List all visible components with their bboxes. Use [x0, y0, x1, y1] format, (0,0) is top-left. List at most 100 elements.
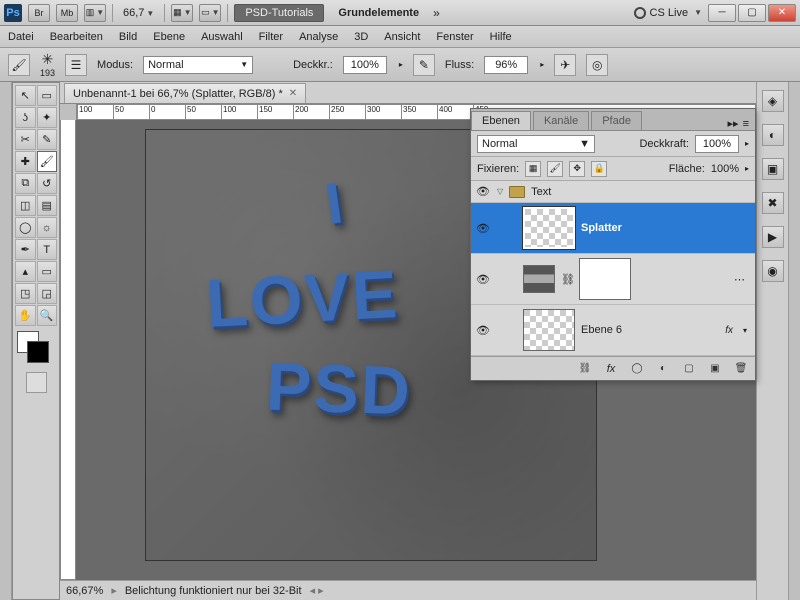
stamp-tool[interactable]: ⧉	[15, 173, 36, 194]
fill-input[interactable]: 100%	[711, 163, 739, 175]
lock-all-icon[interactable]: 🔒	[591, 161, 607, 177]
gradient-tool[interactable]: ▤	[37, 195, 58, 216]
fx-badge[interactable]: fx	[725, 325, 737, 336]
menu-bearbeiten[interactable]: Bearbeiten	[50, 31, 103, 43]
visibility-icon[interactable]: 👁	[475, 271, 491, 287]
layer-thumbnail[interactable]	[523, 265, 555, 293]
menu-datei[interactable]: Datei	[8, 31, 34, 43]
layer-row-selected[interactable]: 👁 Splatter	[471, 203, 755, 254]
blur-tool[interactable]: ◯	[15, 217, 36, 238]
blend-mode-combo[interactable]: Normal▼	[143, 56, 253, 74]
tab-kanaele[interactable]: Kanäle	[533, 111, 589, 130]
menu-hilfe[interactable]: Hilfe	[490, 31, 512, 43]
lock-transparency-icon[interactable]: ▦	[525, 161, 541, 177]
minibridge-button[interactable]: Mb	[56, 4, 78, 22]
menu-ebene[interactable]: Ebene	[153, 31, 185, 43]
layer-name[interactable]: Splatter	[581, 222, 622, 234]
layer-row[interactable]: 👁 Ebene 6 fx▾	[471, 305, 755, 356]
layer-blend-combo[interactable]: Normal▼	[477, 135, 595, 153]
visibility-icon[interactable]: 👁	[475, 184, 491, 200]
workspace-active[interactable]: PSD-Tutorials	[234, 4, 324, 22]
shape-tool[interactable]: ▭	[37, 261, 58, 282]
visibility-icon[interactable]: 👁	[475, 220, 491, 236]
brush-panel-button[interactable]: ☰	[65, 54, 87, 76]
minimize-button[interactable]: ─	[708, 4, 736, 22]
layer-group[interactable]: 👁 ▽ Text	[471, 181, 755, 203]
workspace-more-icon[interactable]: »	[433, 6, 440, 20]
opacity-arrow-icon[interactable]: ▸	[399, 60, 403, 69]
layer-row[interactable]: 👁 ⛓ ⋯	[471, 254, 755, 305]
brush-preview-icon[interactable]: ✳	[42, 51, 54, 68]
ruler-vertical[interactable]	[60, 120, 76, 580]
bridge-button[interactable]: Br	[28, 4, 50, 22]
layer-thumbnail[interactable]	[523, 309, 575, 351]
pen-tool[interactable]: ✒	[15, 239, 36, 260]
zoom-level[interactable]: 66,7▼	[119, 7, 158, 19]
move-tool[interactable]: ↖	[15, 85, 36, 106]
quickmask-button[interactable]	[26, 372, 47, 393]
dodge-tool[interactable]: ☼	[37, 217, 58, 238]
link-icon[interactable]: ⛓	[561, 273, 573, 286]
eyedropper-tool[interactable]: ✎	[37, 129, 58, 150]
left-dock-edge[interactable]	[0, 82, 12, 600]
pressure-size-icon[interactable]: ◎	[586, 54, 608, 76]
lock-position-icon[interactable]: ✥	[569, 161, 585, 177]
group-expand-icon[interactable]: ▽	[497, 187, 503, 196]
crop-tool[interactable]: ✂	[15, 129, 36, 150]
layer-name[interactable]: Ebene 6	[581, 324, 622, 336]
hand-tool[interactable]: ✋	[15, 305, 36, 326]
menu-analyse[interactable]: Analyse	[299, 31, 338, 43]
flow-input[interactable]: 96%	[484, 56, 528, 74]
heal-tool[interactable]: ✚	[15, 151, 36, 172]
layer-thumbnail[interactable]	[523, 207, 575, 249]
lock-pixels-icon[interactable]: 🖌	[547, 161, 563, 177]
dock-history-icon[interactable]: ✖	[762, 192, 784, 214]
group-button-icon[interactable]: ▢	[681, 361, 697, 377]
opacity-input[interactable]: 100%	[343, 56, 387, 74]
color-swatches[interactable]	[15, 331, 57, 367]
dock-layers-icon[interactable]: ◈	[762, 90, 784, 112]
dock-mask-icon[interactable]: ▣	[762, 158, 784, 180]
maximize-button[interactable]: ▢	[738, 4, 766, 22]
mask-button-icon[interactable]: ◯	[629, 361, 645, 377]
menu-bild[interactable]: Bild	[119, 31, 137, 43]
document-tab[interactable]: Unbenannt-1 bei 66,7% (Splatter, RGB/8) …	[64, 83, 306, 103]
dock-channels-icon[interactable]: ◉	[762, 260, 784, 282]
link-layers-icon[interactable]: ⛓	[577, 361, 593, 377]
screenmode-button[interactable]: ▭▼	[199, 4, 221, 22]
history-brush-tool[interactable]: ↺	[37, 173, 58, 194]
pressure-opacity-icon[interactable]: ✎	[413, 54, 435, 76]
3d-camera-tool[interactable]: ◲	[37, 283, 58, 304]
delete-layer-icon[interactable]: 🗑	[733, 361, 749, 377]
tab-ebenen[interactable]: Ebenen	[471, 111, 531, 130]
background-swatch[interactable]	[27, 341, 49, 363]
panel-menu-icon[interactable]: ≡	[743, 118, 749, 130]
tool-preset-icon[interactable]: 🖌	[8, 54, 30, 76]
dock-adjust-icon[interactable]: ◐	[762, 124, 784, 146]
workspace-other[interactable]: Grundelemente	[330, 4, 427, 22]
lasso-tool[interactable]: ʖ	[15, 107, 36, 128]
status-zoom[interactable]: 66,67%	[66, 585, 103, 597]
new-layer-icon[interactable]: ▣	[707, 361, 723, 377]
mask-thumbnail[interactable]	[579, 258, 631, 300]
close-button[interactable]: ✕	[768, 4, 796, 22]
fx-button-icon[interactable]: fx	[603, 361, 619, 377]
cs-live[interactable]: CS Live▼	[634, 7, 702, 19]
dock-actions-icon[interactable]: ▶	[762, 226, 784, 248]
airbrush-icon[interactable]: ✈	[554, 54, 576, 76]
tab-close-icon[interactable]: ✕	[289, 88, 297, 99]
3d-tool[interactable]: ◳	[15, 283, 36, 304]
wand-tool[interactable]: ✦	[37, 107, 58, 128]
menu-ansicht[interactable]: Ansicht	[384, 31, 420, 43]
menu-3d[interactable]: 3D	[354, 31, 368, 43]
menu-fenster[interactable]: Fenster	[436, 31, 473, 43]
panel-collapse-icon[interactable]: ▸▸	[728, 117, 739, 130]
arrange-button[interactable]: ▦▼	[171, 4, 193, 22]
visibility-icon[interactable]: 👁	[475, 322, 491, 338]
adjustment-button-icon[interactable]: ◐	[655, 361, 671, 377]
eraser-tool[interactable]: ◫	[15, 195, 36, 216]
menu-auswahl[interactable]: Auswahl	[201, 31, 243, 43]
flow-arrow-icon[interactable]: ▸	[540, 60, 544, 69]
menu-filter[interactable]: Filter	[259, 31, 283, 43]
layer-options-icon[interactable]: ⋯	[734, 273, 751, 286]
